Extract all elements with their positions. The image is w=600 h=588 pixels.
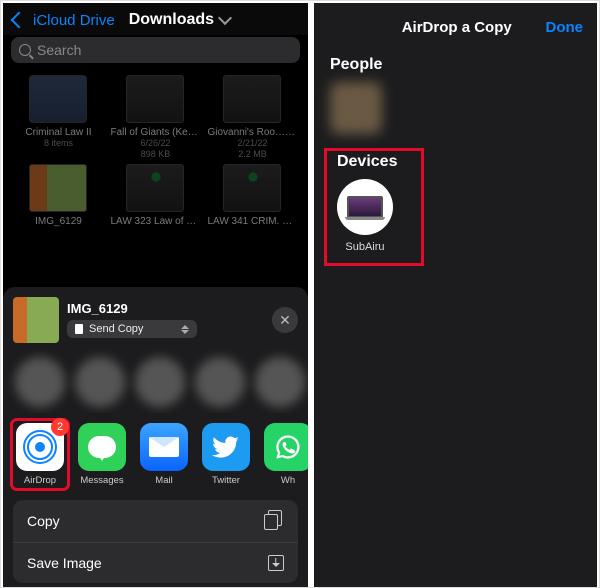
file-meta: 2/21/22 xyxy=(205,138,300,149)
file-meta: 8 items xyxy=(11,138,106,149)
laptop-icon xyxy=(347,196,383,218)
download-icon xyxy=(268,555,284,571)
search-placeholder: Search xyxy=(37,42,81,58)
file-item[interactable]: Criminal Law II 8 items xyxy=(11,75,106,160)
epub-icon xyxy=(126,75,184,123)
devices-highlight: Devices SubAiru xyxy=(324,148,425,266)
file-grid: Criminal Law II 8 items Fall of Giants (… xyxy=(3,71,308,231)
mail-app[interactable]: Mail xyxy=(139,423,189,486)
action-label: Save Image xyxy=(27,555,102,571)
epub-icon xyxy=(223,75,281,123)
contact-avatar[interactable] xyxy=(15,357,65,407)
app-label: Mail xyxy=(139,475,189,486)
share-sheet-header: IMG_6129 Send Copy ✕ xyxy=(3,287,308,349)
airdrop-app[interactable]: 2 AirDrop xyxy=(15,423,65,486)
devices-section-label: Devices xyxy=(333,151,414,179)
airdrop-icon: 2 xyxy=(16,423,64,471)
document-icon xyxy=(75,324,83,334)
copy-action[interactable]: Copy xyxy=(13,500,298,543)
messages-app[interactable]: Messages xyxy=(77,423,127,486)
navbar: iCloud Drive Downloads xyxy=(3,3,308,35)
whatsapp-icon xyxy=(264,423,308,471)
send-copy-label: Send Copy xyxy=(89,323,143,335)
device-avatar xyxy=(337,179,393,235)
app-label: Messages xyxy=(77,475,127,486)
twitter-icon xyxy=(202,423,250,471)
app-label: Twitter xyxy=(201,475,251,486)
file-meta: 6/26/22 xyxy=(108,138,203,149)
file-item[interactable]: LAW 323 Law of Torts I xyxy=(108,164,203,227)
file-name: LAW 323 Law of Torts I xyxy=(110,216,200,227)
chevron-down-icon[interactable] xyxy=(218,11,232,25)
file-meta: 2.2 MB xyxy=(205,149,300,160)
share-sheet: IMG_6129 Send Copy ✕ 2 xyxy=(3,287,308,587)
people-row xyxy=(314,82,597,148)
photo-thumbnail xyxy=(29,164,87,212)
airdrop-pane: AirDrop a Copy Done People Devices SubAi… xyxy=(314,3,597,587)
app-label: AirDrop xyxy=(15,475,65,486)
file-name: LAW 341 CRIM. LAW I xyxy=(207,216,297,227)
search-icon xyxy=(19,44,31,56)
folder-title[interactable]: Downloads xyxy=(129,11,214,29)
copy-icon xyxy=(266,512,284,530)
file-item[interactable]: Giovanni's Roo….epub 2/21/22 2.2 MB xyxy=(205,75,300,160)
search-input[interactable]: Search xyxy=(11,37,300,63)
airdrop-title: AirDrop a Copy xyxy=(368,19,546,36)
contact-avatar[interactable] xyxy=(255,357,305,407)
doc-icon xyxy=(223,164,281,212)
file-item[interactable]: Fall of Giants (Ken….epub 6/26/22 898 KB xyxy=(108,75,203,160)
done-button[interactable]: Done xyxy=(546,19,584,36)
close-icon: ✕ xyxy=(279,312,291,329)
share-apps-row: 2 AirDrop Messages Mail Twitter xyxy=(3,413,308,494)
app-label: Wh xyxy=(263,475,308,486)
device-name-label: SubAiru xyxy=(337,241,393,253)
file-item[interactable]: IMG_6129 xyxy=(11,164,106,227)
file-item[interactable]: LAW 341 CRIM. LAW I xyxy=(205,164,300,227)
folder-icon xyxy=(29,75,87,123)
send-copy-selector[interactable]: Send Copy xyxy=(67,320,197,338)
mail-icon xyxy=(140,423,188,471)
contact-avatar[interactable] xyxy=(135,357,185,407)
share-item-title: IMG_6129 xyxy=(67,301,264,316)
chevron-left-icon[interactable] xyxy=(11,12,28,29)
stepper-icon xyxy=(181,323,189,335)
file-name: Criminal Law II xyxy=(13,127,103,138)
share-item-thumbnail xyxy=(13,297,59,343)
airdrop-device[interactable]: SubAiru xyxy=(337,179,393,253)
back-link[interactable]: iCloud Drive xyxy=(33,12,115,29)
devices-row: SubAiru xyxy=(333,179,414,255)
person-avatar[interactable] xyxy=(330,82,382,134)
people-section-label: People xyxy=(314,46,597,82)
action-label: Copy xyxy=(27,513,60,529)
files-app-pane: iCloud Drive Downloads Search Criminal L… xyxy=(3,3,308,587)
doc-icon xyxy=(126,164,184,212)
airdrop-badge: 2 xyxy=(51,418,69,436)
airdrop-header: AirDrop a Copy Done xyxy=(314,3,597,46)
share-actions-list: Copy Save Image xyxy=(13,500,298,583)
file-name: Fall of Giants (Ken….epub xyxy=(110,127,200,138)
file-meta: 898 KB xyxy=(108,149,203,160)
contacts-row xyxy=(3,349,308,413)
file-name: IMG_6129 xyxy=(13,216,103,227)
whatsapp-app[interactable]: Wh xyxy=(263,423,308,486)
file-name: Giovanni's Roo….epub xyxy=(207,127,297,138)
close-button[interactable]: ✕ xyxy=(272,307,298,333)
twitter-app[interactable]: Twitter xyxy=(201,423,251,486)
contact-avatar[interactable] xyxy=(195,357,245,407)
messages-icon xyxy=(78,423,126,471)
contact-avatar[interactable] xyxy=(75,357,125,407)
save-image-action[interactable]: Save Image xyxy=(13,543,298,583)
